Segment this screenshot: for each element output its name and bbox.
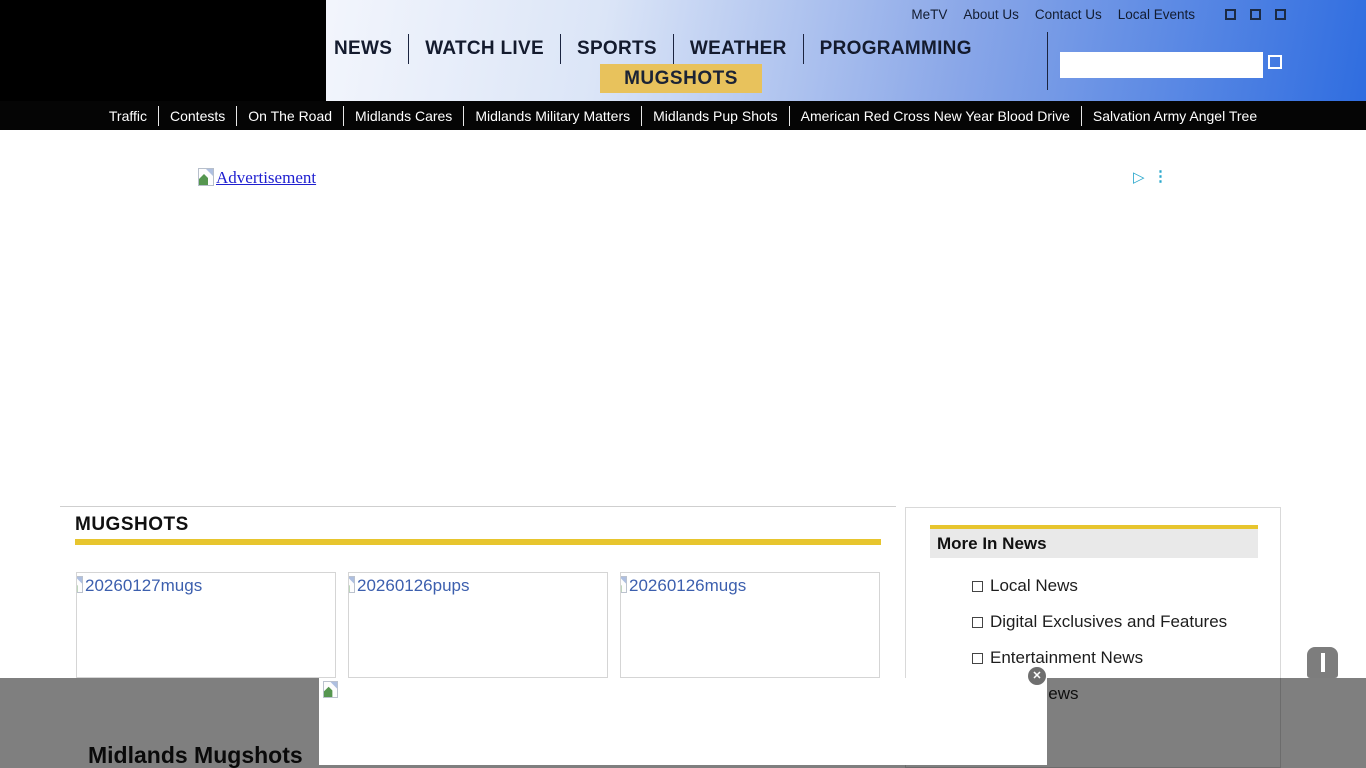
secondary-nav-angel-tree[interactable]: Salvation Army Angel Tree — [1082, 108, 1268, 124]
broken-image-icon — [198, 168, 214, 186]
ad-menu-dots-icon[interactable]: ⋮ — [1153, 167, 1168, 185]
article-card[interactable]: 20260127mugs — [76, 572, 336, 678]
nav-item-news[interactable]: NEWS — [318, 34, 408, 64]
broken-image-icon — [349, 576, 355, 593]
ad-alt-text: Advertisement — [216, 168, 317, 187]
section-accent-bar — [75, 539, 881, 545]
secondary-nav: Traffic Contests On The Road Midlands Ca… — [0, 101, 1366, 130]
anchor-ad-slot[interactable] — [319, 678, 1047, 765]
sidebar-item-local-news[interactable]: Local News — [972, 576, 1078, 596]
utility-link-metv[interactable]: MeTV — [911, 7, 947, 22]
bullet-square-icon — [972, 580, 983, 592]
secondary-nav-pup-shots[interactable]: Midlands Pup Shots — [642, 108, 789, 124]
nav-item-weather[interactable]: WEATHER — [674, 34, 803, 64]
main-nav: NEWS WATCH LIVE SPORTS WEATHER PROGRAMMI… — [318, 34, 988, 64]
article-card[interactable]: 20260126pups — [348, 572, 608, 678]
secondary-nav-on-the-road[interactable]: On The Road — [237, 108, 343, 124]
page: MeTV About Us Contact Us Local Events NE… — [0, 0, 1366, 768]
nav-item-programming[interactable]: PROGRAMMING — [804, 34, 988, 64]
article-image-alt: 20260126pups — [357, 576, 470, 595]
page-title: MUGSHOTS — [75, 514, 189, 535]
secondary-nav-traffic[interactable]: Traffic — [98, 108, 158, 124]
secondary-nav-midlands-cares[interactable]: Midlands Cares — [344, 108, 463, 124]
secondary-nav-contests[interactable]: Contests — [159, 108, 236, 124]
article-image-alt: 20260127mugs — [85, 576, 203, 595]
utility-link-about-us[interactable]: About Us — [963, 7, 1019, 22]
broken-image-icon — [77, 576, 83, 593]
floating-widget-button[interactable] — [1307, 647, 1338, 678]
sidebar-item-label: Digital Exclusives and Features — [990, 612, 1228, 631]
close-icon[interactable]: ✕ — [1028, 667, 1046, 685]
secondary-nav-military-matters[interactable]: Midlands Military Matters — [464, 108, 641, 124]
content-divider — [60, 506, 896, 507]
nav-item-watch-live[interactable]: WATCH LIVE — [409, 34, 560, 64]
site-header: MeTV About Us Contact Us Local Events NE… — [0, 0, 1366, 101]
broken-image-icon — [621, 576, 627, 593]
social-icon-1[interactable] — [1225, 9, 1236, 20]
utility-nav: MeTV About Us Contact Us Local Events — [911, 7, 1286, 22]
station-logo[interactable] — [0, 0, 326, 101]
social-icon-2[interactable] — [1250, 9, 1261, 20]
social-icon-3[interactable] — [1275, 9, 1286, 20]
sidebar-item-entertainment-news[interactable]: Entertainment News — [972, 648, 1143, 668]
bullet-square-icon — [972, 616, 983, 628]
nav-item-mugshots-active[interactable]: MUGSHOTS — [600, 64, 762, 93]
nav-item-sports[interactable]: SPORTS — [561, 34, 673, 64]
article-card[interactable]: 20260126mugs — [620, 572, 880, 678]
search-icon[interactable] — [1268, 55, 1282, 69]
widget-placeholder-icon — [1320, 653, 1325, 672]
adchoices-icon[interactable]: ▷ — [1133, 168, 1145, 186]
nav-divider — [1047, 32, 1048, 90]
sidebar-item-digital-exclusives[interactable]: Digital Exclusives and Features — [972, 612, 1227, 632]
secondary-nav-blood-drive[interactable]: American Red Cross New Year Blood Drive — [790, 108, 1081, 124]
search-input[interactable] — [1060, 52, 1263, 78]
sidebar-item-label: Local News — [990, 576, 1078, 595]
sidebar-title: More In News — [930, 525, 1258, 558]
broken-image-icon — [323, 681, 338, 698]
utility-link-local-events[interactable]: Local Events — [1118, 7, 1195, 22]
bullet-square-icon — [972, 652, 983, 664]
leaderboard-ad-broken-link[interactable]: Advertisement — [198, 168, 316, 188]
utility-link-contact-us[interactable]: Contact Us — [1035, 7, 1102, 22]
sidebar-item-label: Entertainment News — [990, 648, 1144, 667]
article-image-alt: 20260126mugs — [629, 576, 747, 595]
